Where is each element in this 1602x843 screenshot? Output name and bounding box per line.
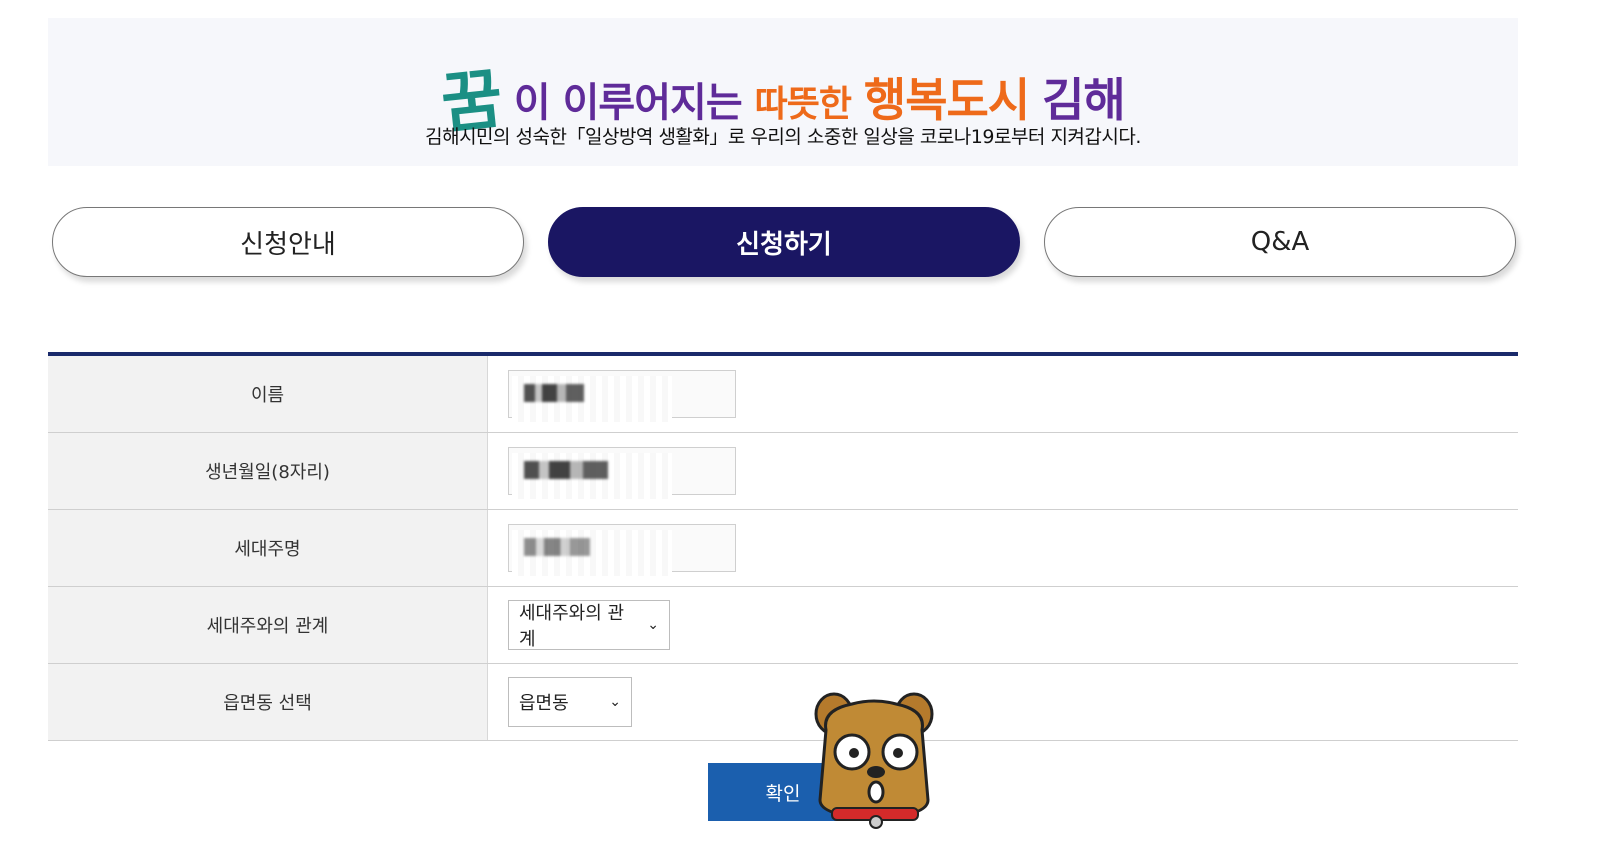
banner-title-part4: 김해: [1042, 73, 1126, 127]
form-row-householder: 세대주명: [48, 510, 1518, 587]
header-banner: 꿈 이 이루어지는 따뜻한 행복도시 김해 김해시민의 성숙한「일상방역 생활화…: [48, 18, 1518, 166]
relation-select-value: 세대주와의 관계: [519, 603, 625, 650]
householder-label: 세대주명: [48, 510, 488, 586]
dog-mascot-image: [814, 692, 934, 829]
form-row-birthdate: 생년월일(8자리): [48, 433, 1518, 510]
tab-apply[interactable]: 신청하기: [548, 207, 1020, 277]
pixelated-value: [524, 538, 590, 556]
tab-qna[interactable]: Q&A: [1044, 207, 1516, 277]
householder-field-cell: [488, 510, 1518, 586]
tab-bar: 신청안내 신청하기 Q&A: [52, 207, 1520, 279]
relation-field-cell: 세대주와의 관계 ⌄: [488, 587, 1518, 663]
tab-guide[interactable]: 신청안내: [52, 207, 524, 277]
pixelated-value: [524, 461, 608, 479]
relation-label: 세대주와의 관계: [48, 587, 488, 663]
banner-subtitle: 김해시민의 성숙한「일상방역 생활화」로 우리의 소중한 일상을 코로나19로부…: [425, 126, 1141, 148]
name-field-cell: [488, 356, 1518, 432]
name-label: 이름: [48, 356, 488, 432]
householder-input-wrap: [508, 524, 736, 576]
relation-select[interactable]: 세대주와의 관계 ⌄: [508, 600, 670, 650]
birthdate-label: 생년월일(8자리): [48, 433, 488, 509]
birthdate-field-cell: [488, 433, 1518, 509]
district-select-value: 읍면동: [519, 693, 569, 714]
banner-title-part2: 따뜻한: [754, 84, 852, 125]
district-select[interactable]: 읍면동 ⌄: [508, 677, 632, 727]
district-label: 읍면동 선택: [48, 664, 488, 740]
form-row-name: 이름: [48, 356, 1518, 433]
chevron-down-icon: ⌄: [609, 694, 621, 710]
banner-title-part1: 이 이루어지는: [513, 80, 743, 126]
application-form: 이름 생년월일(8자리) 세대주명 세대주와의 관계 세대주와의 관계 ⌄ 읍면…: [48, 352, 1518, 741]
chevron-down-icon: ⌄: [647, 617, 659, 633]
birthdate-input-wrap: [508, 447, 736, 499]
pixelated-value: [524, 384, 584, 402]
banner-title-part3: 행복도시: [863, 73, 1030, 127]
district-field-cell: 읍면동 ⌄: [488, 664, 1518, 740]
form-row-relation: 세대주와의 관계 세대주와의 관계 ⌄: [48, 587, 1518, 664]
form-row-district: 읍면동 선택 읍면동 ⌄: [48, 664, 1518, 741]
name-input-wrap: [508, 370, 736, 422]
